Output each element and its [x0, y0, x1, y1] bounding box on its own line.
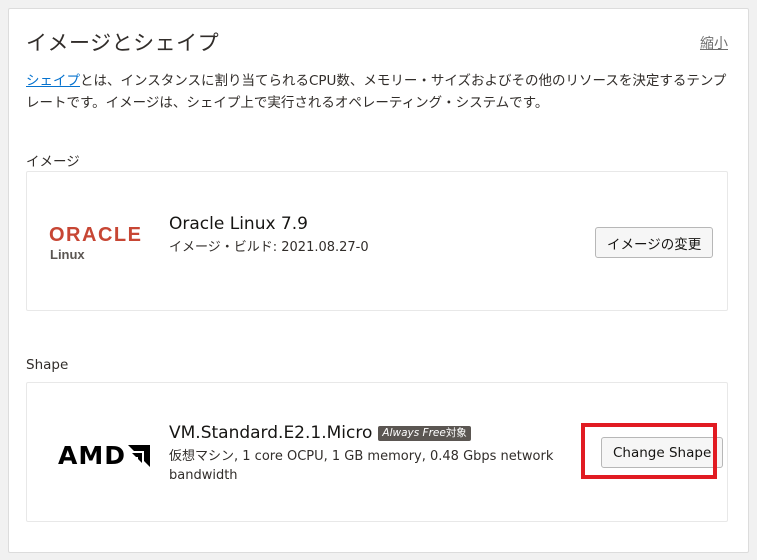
amd-logo-word: AMD [58, 441, 126, 470]
image-card: ORACLE Linux Oracle Linux 7.9 イメージ・ビルド: … [26, 171, 728, 311]
description: シェイプとは、インスタンスに割り当てられるCPU数、メモリー・サイズおよびその他… [26, 70, 731, 114]
shape-name: VM.Standard.E2.1.Micro [169, 423, 373, 443]
image-build: イメージ・ビルド: 2021.08.27-0 [169, 240, 369, 255]
badge-italic: Always Free [382, 427, 446, 439]
always-free-badge: Always Free対象 [378, 426, 471, 441]
shape-details: 仮想マシン, 1 core OCPU, 1 GB memory, 0.48 Gb… [169, 449, 554, 483]
highlight-box [581, 423, 717, 479]
shape-section-label: Shape [26, 357, 69, 373]
image-name: Oracle Linux 7.9 [169, 214, 308, 234]
amd-arrow-icon [127, 444, 150, 467]
section-title: イメージとシェイプ [26, 31, 220, 55]
oracle-linux-logo: ORACLE Linux [49, 225, 149, 262]
change-image-button[interactable]: イメージの変更 [595, 227, 714, 258]
shape-name-row: VM.Standard.E2.1.Micro Always Free対象 [169, 423, 471, 443]
oracle-logo-word: ORACLE [49, 224, 143, 246]
oracle-logo-sub: Linux [50, 247, 85, 262]
shape-help-link[interactable]: シェイプ [26, 73, 80, 89]
amd-logo: AMD [58, 441, 150, 470]
badge-suffix: 対象 [445, 427, 467, 439]
description-text: とは、インスタンスに割り当てられるCPU数、メモリー・サイズおよびその他のリソー… [26, 73, 727, 111]
image-section-label: イメージ [26, 154, 80, 170]
collapse-link[interactable]: 縮小 [700, 33, 728, 53]
